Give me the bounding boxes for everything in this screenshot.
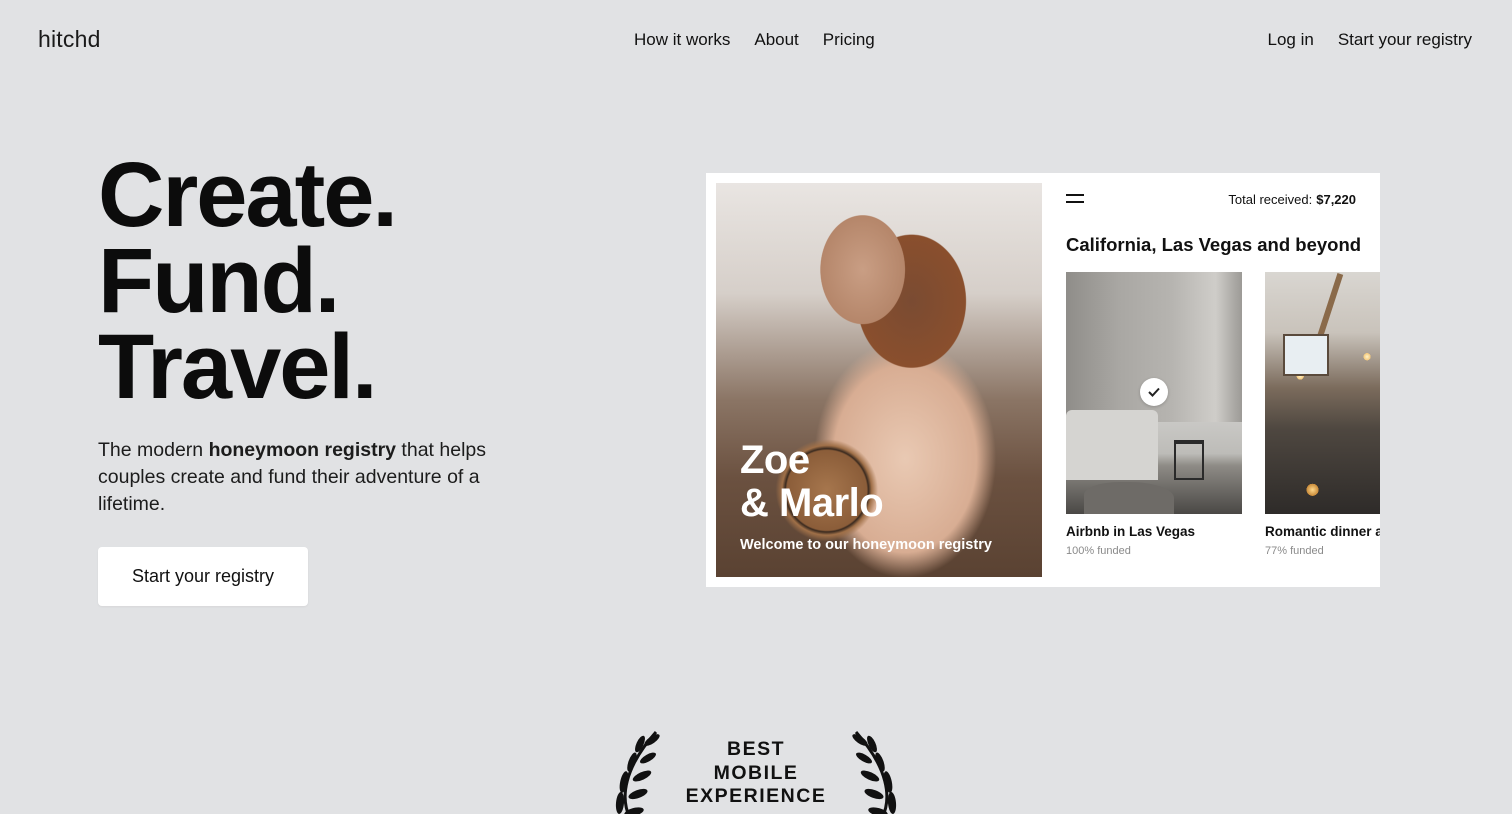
main-nav: How it works About Pricing bbox=[634, 30, 875, 50]
award-line2: MOBILE bbox=[713, 761, 799, 784]
check-icon bbox=[1140, 378, 1168, 406]
headline-line-fund: Fund. bbox=[98, 230, 340, 332]
dinner-photo bbox=[1265, 272, 1380, 514]
total-received: Total received: $7,220 bbox=[1228, 192, 1356, 207]
laurel-left-icon bbox=[615, 731, 660, 814]
award-badge: BEST MOBILE EXPERIENCE bbox=[590, 728, 922, 814]
award-line1: BEST bbox=[726, 738, 785, 760]
start-registry-button[interactable]: Start your registry bbox=[98, 547, 308, 606]
item-funded: 100% funded bbox=[1066, 545, 1131, 557]
total-label: Total received: bbox=[1228, 192, 1313, 207]
registry-title: California, Las Vegas and beyond bbox=[1066, 234, 1362, 255]
account-nav: Log in Start your registry bbox=[1268, 30, 1472, 50]
nav-pricing[interactable]: Pricing bbox=[823, 30, 875, 50]
registry-preview-card: Zoe & Marlo Welcome to our honeymoon reg… bbox=[706, 173, 1380, 587]
registry-item[interactable]: Romantic dinner at 77% funded bbox=[1265, 272, 1380, 557]
item-title: Airbnb in Las Vegas bbox=[1066, 524, 1196, 539]
award-text: BEST MOBILE EXPERIENCE bbox=[674, 738, 838, 809]
welcome-text: Welcome to our honeymoon registry bbox=[740, 537, 992, 553]
award-line3: EXPERIENCE bbox=[685, 785, 827, 807]
airbnb-photo bbox=[1066, 272, 1242, 514]
registry-item[interactable]: Airbnb in Las Vegas 100% funded bbox=[1066, 272, 1242, 557]
nav-about[interactable]: About bbox=[754, 30, 798, 50]
item-funded: 77% funded bbox=[1265, 545, 1324, 557]
couple-names: Zoe & Marlo bbox=[740, 438, 884, 525]
start-registry-link[interactable]: Start your registry bbox=[1338, 30, 1472, 50]
login-link[interactable]: Log in bbox=[1268, 30, 1314, 50]
couple-names-line2: & Marlo bbox=[740, 481, 884, 525]
headline-line-create: Create. bbox=[98, 144, 398, 246]
couple-photo: Zoe & Marlo Welcome to our honeymoon reg… bbox=[716, 183, 1042, 577]
subcopy-prefix: The modern bbox=[98, 439, 209, 461]
item-title: Romantic dinner at bbox=[1265, 524, 1380, 539]
headline-line-travel: Travel. bbox=[98, 316, 378, 418]
laurel-right-icon bbox=[852, 731, 897, 814]
hero-headline: Create. Fund. Travel. bbox=[98, 144, 398, 418]
nav-how-it-works[interactable]: How it works bbox=[634, 30, 730, 50]
subcopy-bold: honeymoon registry bbox=[208, 439, 397, 461]
total-value: $7,220 bbox=[1316, 192, 1356, 207]
couple-names-line1: Zoe bbox=[740, 438, 810, 482]
hero-subcopy: The modern honeymoon registry that helps… bbox=[98, 437, 518, 518]
logo[interactable]: hitchd bbox=[38, 26, 101, 53]
menu-icon[interactable] bbox=[1066, 194, 1084, 204]
